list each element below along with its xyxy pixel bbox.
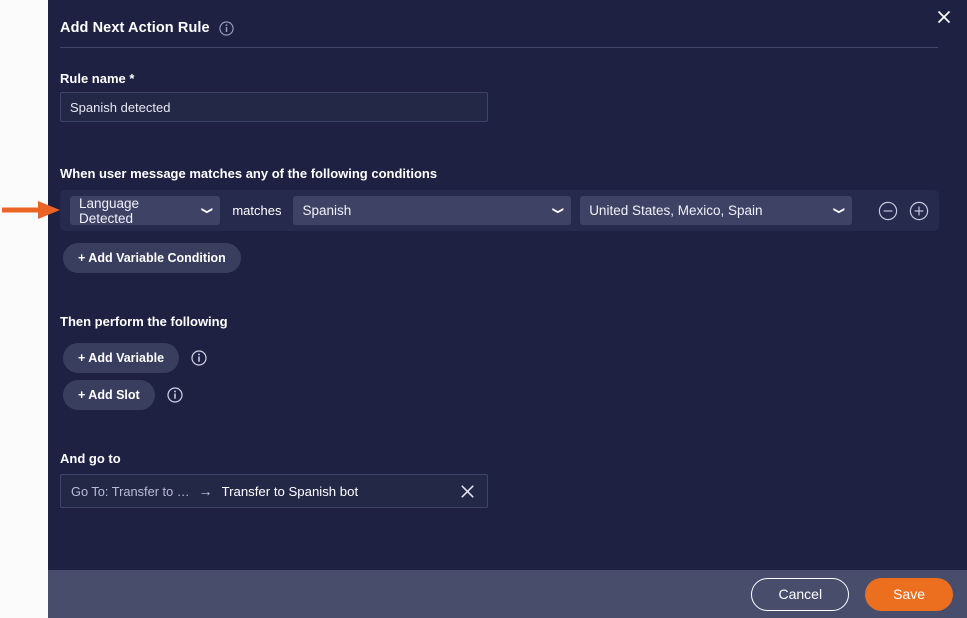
chevron-down-icon: ❯ xyxy=(201,206,214,215)
and-go-to-label: And go to xyxy=(60,451,121,466)
goto-target-label: Transfer to Spanish bot xyxy=(221,483,359,499)
add-slot-info-icon[interactable] xyxy=(167,387,183,403)
condition-region-select[interactable]: United States, Mexico, Spain ❯ xyxy=(580,196,852,225)
condition-field-select[interactable]: Language Detected ❯ xyxy=(70,195,221,226)
dialog-title-row: Add Next Action Rule xyxy=(60,20,234,36)
dialog-body: Add Next Action Rule Rule name * When us… xyxy=(48,0,967,570)
close-icon xyxy=(460,484,474,498)
conditions-label: When user message matches any of the fol… xyxy=(60,166,438,181)
chevron-down-icon: ❯ xyxy=(552,206,565,215)
then-perform-label: Then perform the following xyxy=(60,314,228,329)
right-arrow-icon: → xyxy=(198,483,213,499)
dialog-footer: Cancel Save xyxy=(48,570,967,618)
close-button[interactable] xyxy=(931,4,957,30)
add-slot-row: + Add Slot xyxy=(63,380,183,410)
save-button[interactable]: Save xyxy=(865,577,953,611)
condition-operator-label: matches xyxy=(232,203,282,218)
condition-value-text: Spanish xyxy=(302,203,352,218)
condition-field-value: Language Detected xyxy=(79,195,140,226)
cancel-button[interactable]: Cancel xyxy=(751,577,850,611)
add-variable-row: + Add Variable xyxy=(63,343,207,373)
add-variable-condition-button[interactable]: + Add Variable Condition xyxy=(63,243,241,273)
minus-circle-icon[interactable] xyxy=(878,201,898,221)
rule-name-label: Rule name * xyxy=(60,71,135,86)
close-icon xyxy=(937,10,951,24)
title-divider xyxy=(60,47,938,48)
goto-destination-chip[interactable]: Go To: Transfer to … → Transfer to Spani… xyxy=(60,474,488,508)
rule-name-input[interactable] xyxy=(60,92,488,122)
condition-value-select[interactable]: Spanish ❯ xyxy=(293,196,572,225)
chevron-down-icon: ❯ xyxy=(832,206,845,215)
add-variable-info-icon[interactable] xyxy=(191,350,207,366)
goto-source-label: Go To: Transfer to … xyxy=(71,483,190,499)
add-variable-button[interactable]: + Add Variable xyxy=(63,343,180,373)
goto-remove-button[interactable] xyxy=(457,481,477,501)
condition-row: Language Detected ❯ matches Spanish ❯ Un… xyxy=(60,190,939,231)
add-slot-button[interactable]: + Add Slot xyxy=(63,380,155,410)
condition-region-text: United States, Mexico, Spain xyxy=(589,203,763,218)
page-title: Add Next Action Rule xyxy=(60,20,210,36)
plus-circle-icon[interactable] xyxy=(909,201,929,221)
title-info-icon[interactable] xyxy=(219,20,234,36)
add-next-action-rule-dialog: Add Next Action Rule Rule name * When us… xyxy=(48,0,967,618)
